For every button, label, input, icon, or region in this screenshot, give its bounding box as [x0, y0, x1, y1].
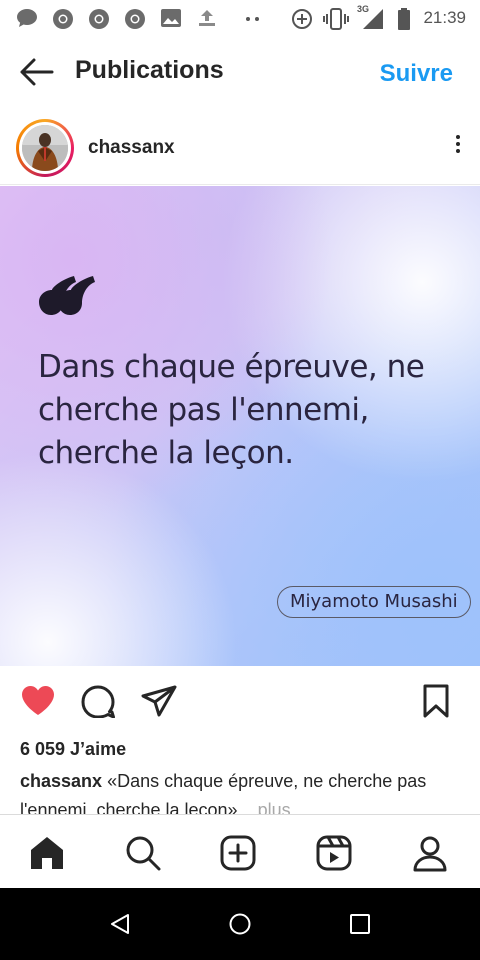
upload-icon — [199, 10, 215, 26]
system-navigation-bar — [0, 888, 480, 960]
recents-square-icon[interactable] — [348, 912, 372, 936]
quote-line: cherche pas l'ennemi, — [38, 392, 369, 428]
status-time: 21:39 — [423, 8, 466, 27]
follow-button[interactable]: Suivre — [380, 60, 453, 88]
avatar[interactable] — [16, 119, 74, 177]
comment-icon[interactable] — [80, 684, 116, 718]
post-image[interactable]: Dans chaque épreuve, ne cherche pas l'en… — [0, 186, 480, 666]
chat-bubble-icon — [17, 9, 37, 27]
quote-line: cherche la leçon. — [38, 435, 294, 471]
back-arrow-icon[interactable] — [16, 56, 56, 88]
profile-icon[interactable] — [410, 833, 450, 873]
post-username[interactable]: chassanx — [88, 137, 175, 159]
heart-icon[interactable] — [20, 684, 56, 716]
app-header: Publications Suivre — [0, 36, 480, 108]
image-icon — [161, 9, 181, 27]
more-options-icon[interactable] — [450, 132, 466, 162]
likes-count[interactable]: 6 059 J’aime — [20, 739, 126, 760]
chrome-icon — [53, 9, 73, 29]
signal-icon — [363, 9, 383, 29]
chrome-icon — [125, 9, 145, 29]
home-icon[interactable] — [27, 833, 67, 873]
post-actions — [0, 666, 480, 736]
add-post-icon[interactable] — [218, 833, 258, 873]
avatar-photo — [22, 125, 68, 171]
caption-username[interactable]: chassanx — [20, 771, 102, 791]
chrome-icon — [89, 9, 109, 29]
search-icon[interactable] — [123, 833, 163, 873]
post-header: chassanx — [0, 110, 480, 185]
data-saver-icon — [292, 9, 312, 29]
bottom-navigation — [0, 814, 480, 888]
quote-author-badge: Miyamoto Musashi — [277, 586, 471, 618]
more-dots-icon — [246, 17, 259, 21]
reels-icon[interactable] — [314, 833, 354, 873]
quote-text: Dans chaque épreuve, ne cherche pas l'en… — [38, 346, 458, 475]
home-circle-icon[interactable] — [228, 912, 252, 936]
quote-mark-icon — [39, 276, 95, 315]
bookmark-icon[interactable] — [420, 684, 452, 718]
back-triangle-icon[interactable] — [108, 912, 132, 936]
page-title: Publications — [75, 56, 224, 84]
share-icon[interactable] — [140, 684, 178, 718]
quote-line: Dans chaque épreuve, ne — [38, 349, 425, 385]
vibrate-icon — [323, 8, 349, 30]
status-bar: 3G 21:39 — [0, 0, 480, 36]
battery-icon — [398, 8, 410, 30]
